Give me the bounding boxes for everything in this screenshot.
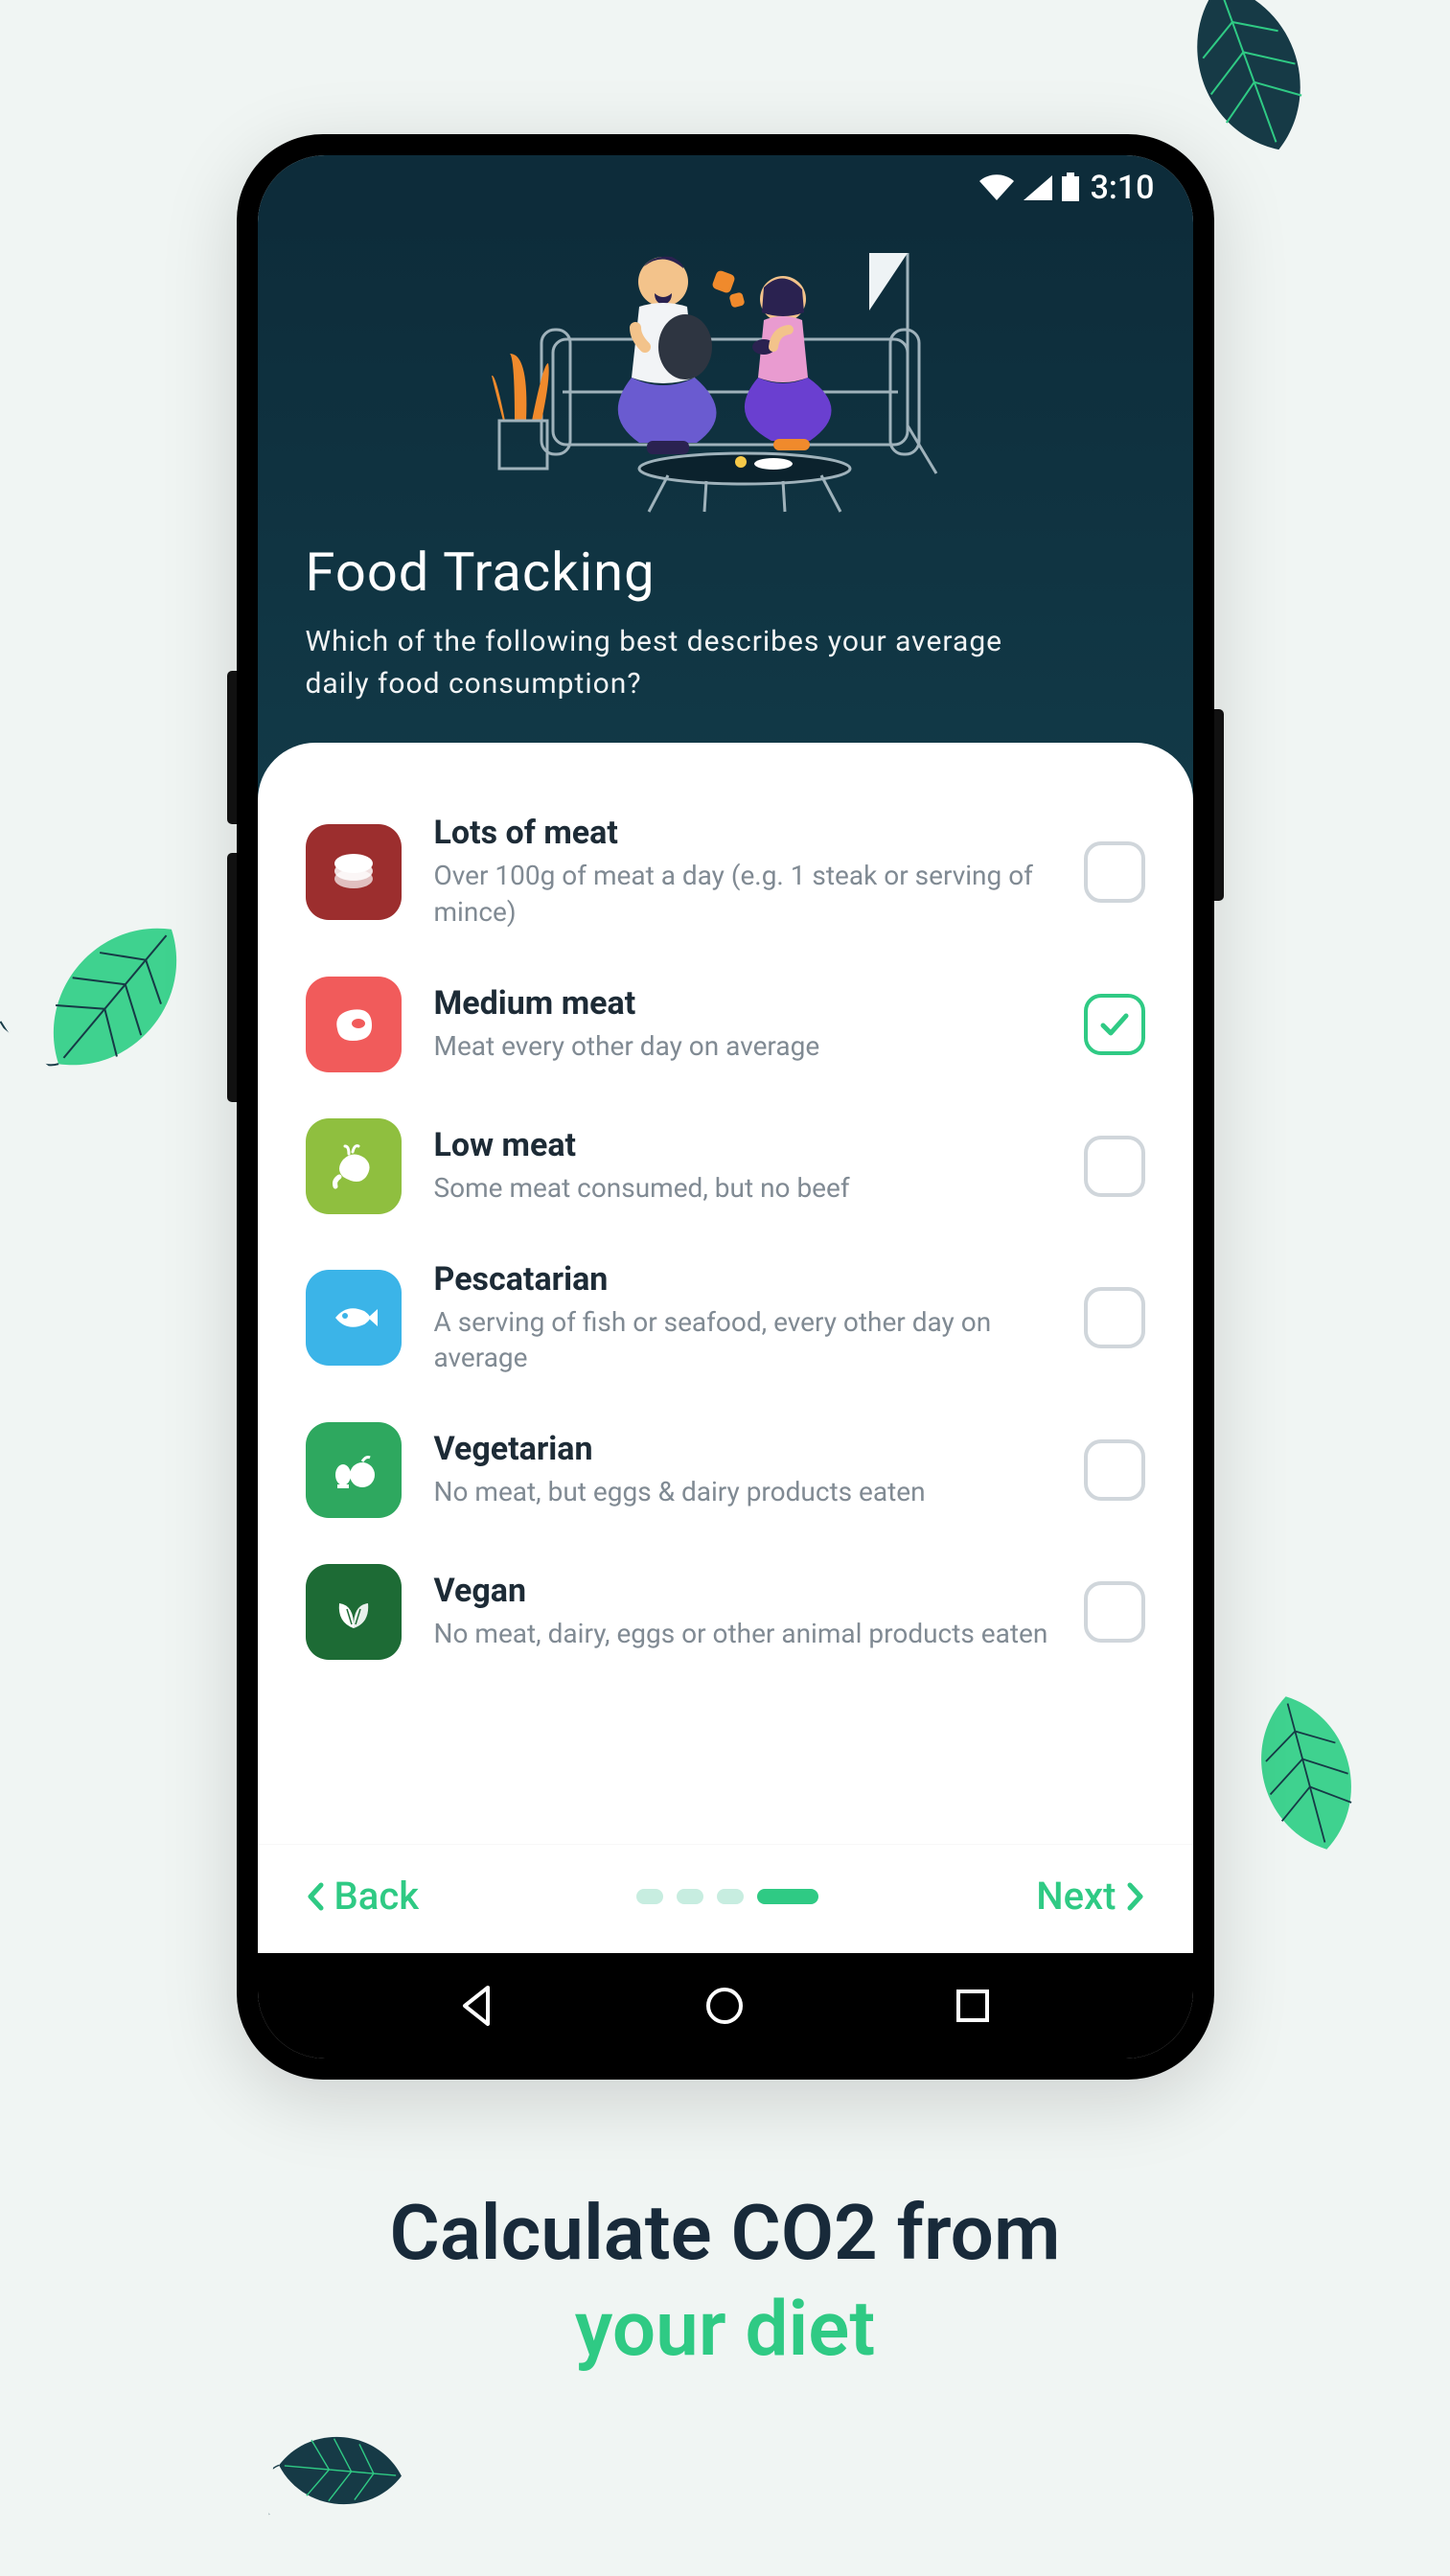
option-checkbox[interactable] bbox=[1084, 1287, 1145, 1348]
meat-cut-icon bbox=[306, 977, 402, 1072]
android-recent-icon[interactable] bbox=[949, 1982, 997, 2030]
header-illustration bbox=[457, 224, 994, 531]
option-desc: No meat, dairy, eggs or other animal pro… bbox=[434, 1616, 1051, 1652]
option-checkbox[interactable] bbox=[1084, 1136, 1145, 1197]
back-label: Back bbox=[334, 1874, 420, 1919]
option-title: Lots of meat bbox=[434, 814, 1051, 852]
progress-dot bbox=[717, 1889, 744, 1904]
option-title: Vegan bbox=[434, 1572, 1051, 1610]
signal-icon bbox=[1022, 173, 1054, 202]
diet-option[interactable]: Vegetarian No meat, but eggs & dairy prod… bbox=[306, 1399, 1145, 1541]
option-title: Low meat bbox=[434, 1126, 1051, 1164]
option-text: Lots of meat Over 100g of meat a day (e.g… bbox=[434, 814, 1051, 931]
option-text: Vegetarian No meat, but eggs & dairy prod… bbox=[434, 1430, 1051, 1510]
progress-dots bbox=[636, 1889, 818, 1904]
option-checkbox[interactable] bbox=[1084, 1581, 1145, 1643]
option-desc: A serving of fish or seafood, every othe… bbox=[434, 1304, 1051, 1377]
option-title: Pescatarian bbox=[434, 1260, 1051, 1299]
diet-option[interactable]: Low meat Some meat consumed, but no beef bbox=[306, 1095, 1145, 1237]
option-text: Pescatarian A serving of fish or seafood,… bbox=[434, 1260, 1051, 1377]
meat-stack-icon bbox=[306, 824, 402, 920]
option-desc: Over 100g of meat a day (e.g. 1 steak or… bbox=[434, 858, 1051, 931]
android-back-icon[interactable] bbox=[453, 1982, 501, 2030]
option-desc: Some meat consumed, but no beef bbox=[434, 1170, 1051, 1207]
diet-option[interactable]: Vegan No meat, dairy, eggs or other anima… bbox=[306, 1541, 1145, 1683]
screen: 3:10 bbox=[258, 155, 1193, 2058]
wizard-nav: Back Next bbox=[258, 1844, 1193, 1953]
promo-line2: your diet bbox=[0, 2281, 1450, 2377]
promo-text: Calculate CO2 from your diet bbox=[0, 2185, 1450, 2377]
option-desc: Meat every other day on average bbox=[434, 1028, 1051, 1065]
progress-dot bbox=[677, 1889, 703, 1904]
phone-frame: 3:10 bbox=[237, 134, 1214, 2080]
leaves-icon bbox=[306, 1564, 402, 1660]
android-navbar bbox=[258, 1953, 1193, 2058]
wifi-icon bbox=[978, 173, 1016, 202]
page-title: Food Tracking bbox=[306, 540, 1145, 604]
back-button[interactable]: Back bbox=[306, 1874, 420, 1919]
page-subtitle: Which of the following best describes yo… bbox=[306, 621, 1034, 704]
option-title: Vegetarian bbox=[434, 1430, 1051, 1468]
option-text: Low meat Some meat consumed, but no beef bbox=[434, 1126, 1051, 1207]
next-button[interactable]: Next bbox=[1036, 1874, 1144, 1919]
option-desc: No meat, but eggs & dairy products eaten bbox=[434, 1474, 1051, 1510]
status-time: 3:10 bbox=[1091, 169, 1155, 207]
leaf-deco-icon bbox=[1201, 1668, 1412, 1878]
chicken-icon bbox=[306, 1118, 402, 1214]
leaf-deco-icon bbox=[0, 868, 242, 1126]
status-bar: 3:10 bbox=[258, 155, 1193, 215]
diet-option[interactable]: Lots of meat Over 100g of meat a day (e.g… bbox=[306, 791, 1145, 954]
option-text: Vegan No meat, dairy, eggs or other anima… bbox=[434, 1572, 1051, 1652]
chevron-left-icon bbox=[306, 1882, 327, 1911]
options-card: Lots of meat Over 100g of meat a day (e.g… bbox=[258, 743, 1193, 1844]
option-checkbox[interactable] bbox=[1084, 841, 1145, 903]
fish-icon bbox=[306, 1270, 402, 1366]
progress-dot bbox=[636, 1889, 663, 1904]
chevron-right-icon bbox=[1124, 1882, 1145, 1911]
promo-line1: Calculate CO2 from bbox=[0, 2185, 1450, 2281]
next-label: Next bbox=[1036, 1874, 1116, 1919]
check-icon bbox=[1096, 1006, 1133, 1043]
diet-option[interactable]: Pescatarian A serving of fish or seafood,… bbox=[306, 1237, 1145, 1400]
header: Food Tracking Which of the following bes… bbox=[258, 215, 1193, 819]
option-checkbox[interactable] bbox=[1084, 994, 1145, 1055]
leaf-deco-icon bbox=[265, 2374, 415, 2566]
diet-option[interactable]: Medium meat Meat every other day on avera… bbox=[306, 954, 1145, 1095]
option-checkbox[interactable] bbox=[1084, 1439, 1145, 1501]
android-home-icon[interactable] bbox=[701, 1982, 748, 2030]
battery-icon bbox=[1060, 172, 1081, 203]
option-text: Medium meat Meat every other day on avera… bbox=[434, 984, 1051, 1065]
option-title: Medium meat bbox=[434, 984, 1051, 1023]
egg-apple-icon bbox=[306, 1422, 402, 1518]
status-icons bbox=[978, 172, 1081, 203]
progress-dot-active bbox=[757, 1889, 818, 1904]
